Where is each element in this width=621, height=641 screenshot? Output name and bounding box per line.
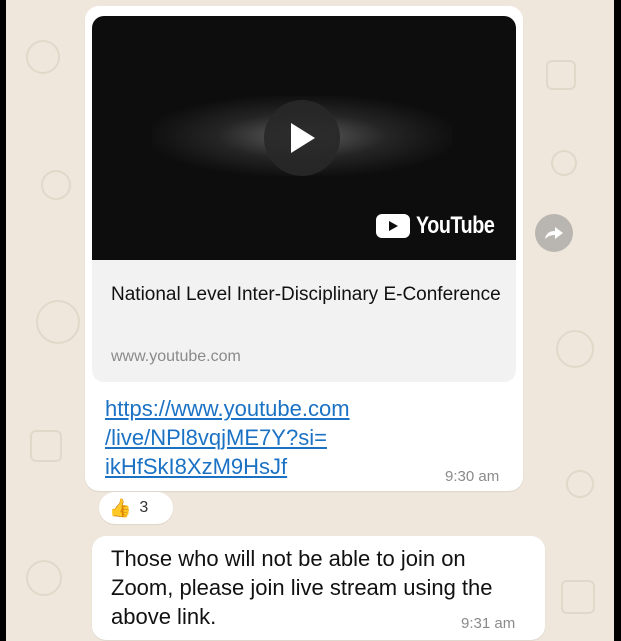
doodle (561, 580, 595, 614)
youtube-logo-text: YouTube (416, 212, 495, 239)
forward-icon[interactable] (535, 214, 573, 252)
message-bubble-text[interactable]: Those who will not be able to join on Zo… (92, 536, 545, 640)
message-timestamp: 9:30 am (445, 468, 500, 485)
message-timestamp: 9:31 am (461, 615, 516, 632)
link-preview-card[interactable]: YouTube National Level Inter-Disciplinar… (92, 16, 516, 382)
youtube-play-box-icon (376, 214, 410, 238)
youtube-logo-icon: YouTube (376, 212, 512, 240)
doodle (36, 300, 80, 344)
chat-background: YouTube National Level Inter-Disciplinar… (6, 0, 614, 641)
doodle (566, 470, 594, 498)
video-link[interactable]: https://www.youtube.com /live/NPl8vqjME7… (105, 394, 445, 481)
preview-title: National Level Inter-Disciplinary E-Conf… (111, 284, 501, 305)
doodle (551, 150, 577, 176)
doodle (26, 560, 62, 596)
doodle (546, 60, 576, 90)
preview-domain: www.youtube.com (111, 348, 241, 365)
doodle (26, 40, 60, 74)
video-thumbnail[interactable]: YouTube (92, 16, 516, 260)
link-line[interactable]: /live/NPl8vqjME7Y?si= (105, 423, 445, 452)
link-line[interactable]: https://www.youtube.com (105, 394, 445, 423)
reaction-count: 3 (139, 499, 149, 516)
reaction-pill[interactable]: 👍 3 (99, 492, 173, 524)
doodle (556, 330, 594, 368)
doodle (41, 170, 71, 200)
message-bubble-link[interactable]: YouTube National Level Inter-Disciplinar… (85, 6, 523, 491)
thumbs-up-icon: 👍 (109, 498, 132, 518)
link-line[interactable]: ikHfSkI8XzM9HsJf (105, 452, 445, 481)
doodle (30, 430, 62, 462)
play-icon[interactable] (264, 100, 340, 176)
